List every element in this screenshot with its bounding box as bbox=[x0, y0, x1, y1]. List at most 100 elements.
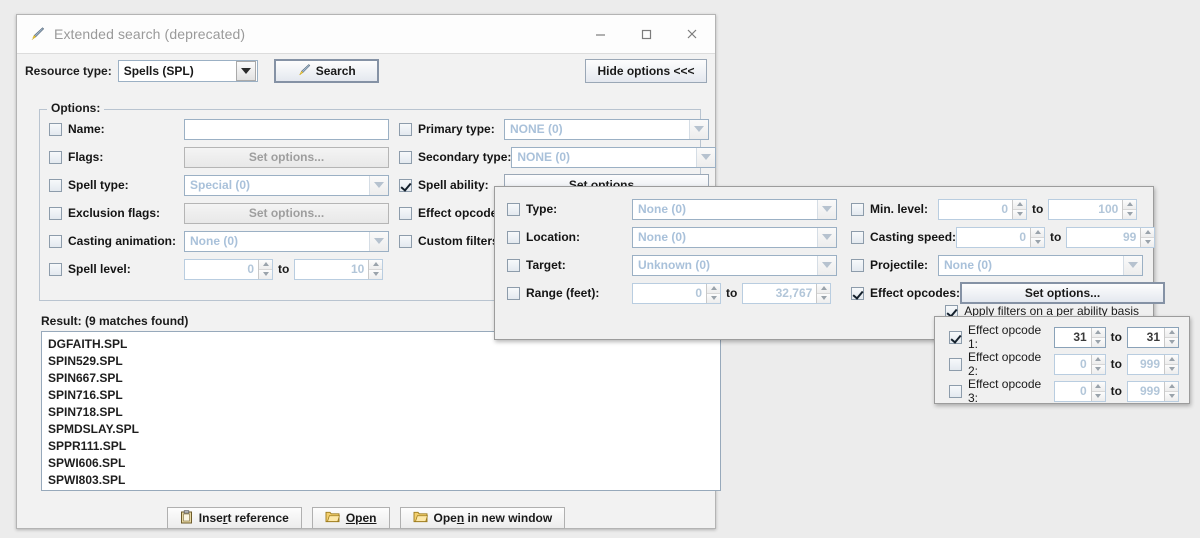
options-checkbox-flags[interactable] bbox=[49, 150, 62, 164]
ability-checkbox-target[interactable] bbox=[507, 258, 520, 272]
flags-set-options-button[interactable]: Set options... bbox=[184, 146, 389, 168]
open-button[interactable]: Open bbox=[311, 507, 390, 529]
opcode-effect-opcode-3-min-spinner-steppers[interactable] bbox=[1090, 381, 1105, 401]
stepper-up-icon[interactable] bbox=[817, 283, 831, 294]
stepper-down-icon[interactable] bbox=[1091, 364, 1105, 374]
insert-reference-button[interactable]: Insert reference bbox=[166, 507, 302, 529]
min-level-max-spinner[interactable]: 100 bbox=[1048, 198, 1138, 220]
opcode-effect-opcode-1-max-spinner-steppers[interactable] bbox=[1164, 327, 1178, 347]
options-checkbox-exclusion-flags[interactable] bbox=[49, 206, 62, 220]
opcode-effect-opcode-2-max-spinner[interactable]: 999 bbox=[1127, 353, 1179, 375]
resource-type-select[interactable]: Spells (SPL) bbox=[117, 60, 258, 82]
location-select[interactable]: None (0) bbox=[632, 226, 837, 248]
effect-opcodes-set-options-button[interactable]: Set options... bbox=[960, 282, 1166, 304]
open-in-new-window-button[interactable]: Open in new window bbox=[399, 507, 566, 529]
exclusion-flags-set-options-button[interactable]: Set options... bbox=[184, 202, 389, 224]
opcode-effect-opcode-1-min-spinner-steppers[interactable] bbox=[1090, 327, 1105, 347]
type-select[interactable]: None (0) bbox=[632, 198, 837, 220]
target-select[interactable]: Unknown (0) bbox=[632, 254, 837, 276]
options-checkbox-spell-level[interactable] bbox=[49, 262, 62, 276]
range-feet-min-spinner[interactable]: 0 bbox=[632, 282, 721, 304]
stepper-down-icon[interactable] bbox=[1141, 237, 1155, 247]
stepper-down-icon[interactable] bbox=[1013, 209, 1026, 219]
opcode-effect-opcode-1-min-spinner[interactable]: 31 bbox=[1053, 326, 1106, 348]
spell-level-min-spinner-steppers[interactable] bbox=[258, 259, 272, 279]
search-button[interactable]: Search bbox=[273, 59, 379, 83]
ability-checkbox-location[interactable] bbox=[507, 230, 520, 244]
ability-checkbox-min-level[interactable] bbox=[851, 202, 864, 216]
stepper-down-icon[interactable] bbox=[1165, 391, 1178, 401]
casting-speed-min-spinner[interactable]: 0 bbox=[956, 226, 1046, 248]
stepper-up-icon[interactable] bbox=[1165, 381, 1178, 392]
stepper-up-icon[interactable] bbox=[707, 283, 720, 294]
min-level-min-spinner-steppers[interactable] bbox=[1012, 199, 1026, 219]
options-checkbox-name[interactable] bbox=[49, 122, 62, 136]
stepper-down-icon[interactable] bbox=[817, 293, 831, 303]
ability-checkbox-type[interactable] bbox=[507, 202, 520, 216]
ability-checkbox-projectile[interactable] bbox=[851, 258, 864, 272]
stepper-up-icon[interactable] bbox=[1091, 354, 1105, 365]
name-input[interactable] bbox=[184, 118, 389, 140]
opcode-checkbox-effect-opcode-3[interactable] bbox=[949, 384, 962, 398]
spell-level-max-spinner[interactable]: 10 bbox=[294, 258, 384, 280]
options-checkbox-primary-type[interactable] bbox=[399, 122, 412, 136]
options-checkbox-spell-ability[interactable] bbox=[399, 178, 412, 192]
ability-checkbox-range-feet[interactable] bbox=[507, 286, 520, 300]
secondary-type-select[interactable]: NONE (0) bbox=[511, 146, 717, 168]
casting-speed-min-spinner-steppers[interactable] bbox=[1030, 227, 1045, 247]
ability-checkbox-casting-speed[interactable] bbox=[851, 230, 864, 244]
opcode-effect-opcode-2-min-spinner-steppers[interactable] bbox=[1090, 354, 1105, 374]
opcode-effect-opcode-3-max-spinner-steppers[interactable] bbox=[1164, 381, 1178, 401]
result-list[interactable]: DGFAITH.SPL SPIN529.SPL SPIN667.SPL SPIN716… bbox=[41, 331, 721, 491]
min-level-max-spinner-steppers[interactable] bbox=[1122, 199, 1137, 219]
casting-animation-select[interactable]: None (0) bbox=[184, 230, 389, 252]
stepper-down-icon[interactable] bbox=[1091, 391, 1105, 401]
spell-level-max-spinner-steppers[interactable] bbox=[368, 259, 383, 279]
opcode-checkbox-effect-opcode-2[interactable] bbox=[949, 357, 962, 371]
primary-type-select[interactable]: NONE (0) bbox=[504, 118, 709, 140]
stepper-up-icon[interactable] bbox=[1091, 381, 1105, 392]
casting-speed-max-spinner[interactable]: 99 bbox=[1066, 226, 1156, 248]
opcode-effect-opcode-3-max-spinner[interactable]: 999 bbox=[1127, 380, 1179, 402]
stepper-up-icon[interactable] bbox=[369, 259, 383, 270]
stepper-down-icon[interactable] bbox=[1165, 364, 1178, 374]
stepper-down-icon[interactable] bbox=[259, 269, 272, 279]
stepper-down-icon[interactable] bbox=[1165, 337, 1178, 347]
opcode-effect-opcode-2-min-spinner[interactable]: 0 bbox=[1053, 353, 1106, 375]
list-item[interactable]: SPIN716.SPL bbox=[48, 387, 720, 404]
opcode-effect-opcode-3-min-spinner[interactable]: 0 bbox=[1053, 380, 1106, 402]
list-item[interactable]: SPWI803.SPL bbox=[48, 472, 720, 489]
options-checkbox-spell-type[interactable] bbox=[49, 178, 62, 192]
stepper-up-icon[interactable] bbox=[1031, 227, 1045, 238]
opcode-effect-opcode-2-max-spinner-steppers[interactable] bbox=[1164, 354, 1178, 374]
range-feet-max-spinner[interactable]: 32,767 bbox=[742, 282, 832, 304]
close-button[interactable] bbox=[669, 15, 715, 53]
opcode-effect-opcode-1-max-spinner[interactable]: 31 bbox=[1127, 326, 1179, 348]
opcode-checkbox-effect-opcode-1[interactable] bbox=[949, 330, 962, 344]
range-feet-min-spinner-steppers[interactable] bbox=[706, 283, 720, 303]
stepper-up-icon[interactable] bbox=[1165, 327, 1178, 338]
ability-checkbox-effect-opcodes[interactable] bbox=[851, 286, 864, 300]
min-level-min-spinner[interactable]: 0 bbox=[938, 198, 1027, 220]
options-checkbox-casting-animation[interactable] bbox=[49, 234, 62, 248]
list-item[interactable]: SPPR111.SPL bbox=[48, 438, 720, 455]
stepper-up-icon[interactable] bbox=[1141, 227, 1155, 238]
stepper-up-icon[interactable] bbox=[1165, 354, 1178, 365]
casting-speed-max-spinner-steppers[interactable] bbox=[1140, 227, 1155, 247]
list-item[interactable]: SPIN529.SPL bbox=[48, 353, 720, 370]
list-item[interactable]: SPMDSLAY.SPL bbox=[48, 421, 720, 438]
stepper-up-icon[interactable] bbox=[1123, 199, 1137, 210]
stepper-up-icon[interactable] bbox=[259, 259, 272, 270]
stepper-up-icon[interactable] bbox=[1091, 327, 1105, 338]
range-feet-max-spinner-steppers[interactable] bbox=[816, 283, 831, 303]
projectile-select[interactable]: None (0) bbox=[938, 254, 1143, 276]
list-item[interactable]: SPIN718.SPL bbox=[48, 404, 720, 421]
options-checkbox-secondary-type[interactable] bbox=[399, 150, 412, 164]
spell-type-select[interactable]: Special (0) bbox=[184, 174, 389, 196]
options-checkbox-effect-opcodes[interactable] bbox=[399, 206, 412, 220]
options-checkbox-custom-filters[interactable] bbox=[399, 234, 412, 248]
stepper-up-icon[interactable] bbox=[1013, 199, 1026, 210]
list-item[interactable]: SPWI606.SPL bbox=[48, 455, 720, 472]
list-item[interactable]: SPIN667.SPL bbox=[48, 370, 720, 387]
stepper-down-icon[interactable] bbox=[369, 269, 383, 279]
